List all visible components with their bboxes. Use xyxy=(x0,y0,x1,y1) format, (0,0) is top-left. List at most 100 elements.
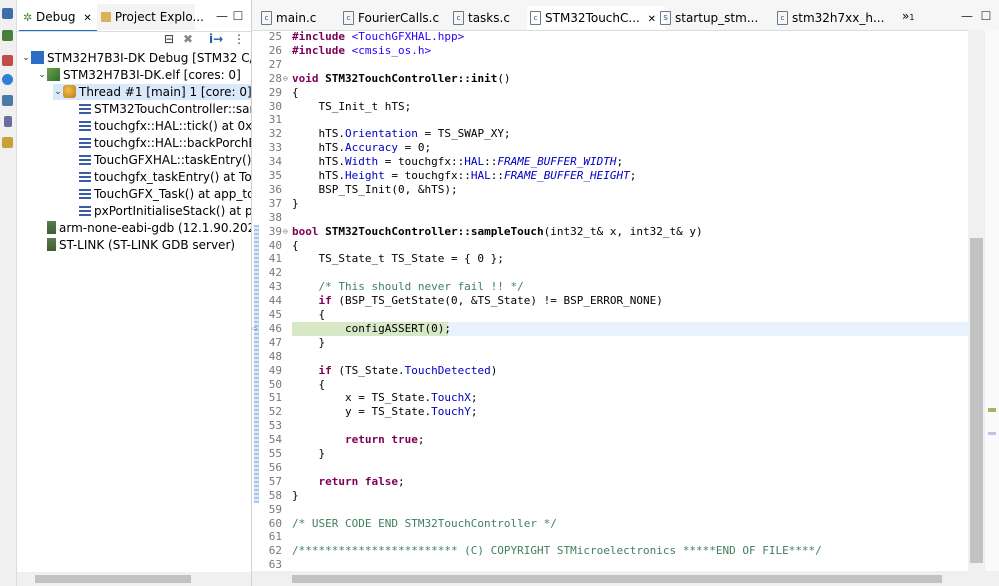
tab-main-c[interactable]: c main.c xyxy=(258,6,338,30)
code-line[interactable]: 50 { xyxy=(252,378,968,392)
stack-frame-item[interactable]: TouchGFXHAL::taskEntry() at To xyxy=(69,152,251,168)
code-line[interactable]: 46 ⇨ configASSERT(0); xyxy=(252,321,968,336)
expand-chevron-icon[interactable]: ⌄ xyxy=(37,67,47,83)
code-line[interactable]: 29 { xyxy=(252,86,968,100)
code-line[interactable]: 26 #include <cmsis_os.h> xyxy=(252,44,968,58)
code-line[interactable]: 52 y = TS_State.TouchY; xyxy=(252,405,968,419)
code-line[interactable]: 40 { xyxy=(252,239,968,253)
code-line[interactable]: 60 /* USER CODE END STM32TouchController … xyxy=(252,517,968,531)
code-line[interactable]: 36 BSP_TS_Init(0, &hTS); xyxy=(252,183,968,197)
fold-toggle-icon[interactable]: ⊖ xyxy=(283,72,291,86)
code-line[interactable]: 48 xyxy=(252,350,968,364)
code-line[interactable]: 37} xyxy=(252,197,968,211)
debug-hscroll-thumb[interactable] xyxy=(35,575,191,583)
code-line[interactable]: 57 return false; xyxy=(252,475,968,489)
tab-tasks-c[interactable]: c tasks.c xyxy=(450,6,538,30)
tab-project-explorer[interactable]: Project Explo... xyxy=(97,4,204,30)
stack-frame-item[interactable]: pxPortInitialiseStack() at port.c: xyxy=(69,203,251,219)
tree-item[interactable]: ⌄ STM32H7B3I-DK.elf [cores: 0] xyxy=(37,67,251,83)
debug-icon[interactable] xyxy=(2,8,13,19)
code-line[interactable]: 25 #include <TouchGFXHAL.hpp> xyxy=(252,30,968,44)
breakpoints-icon[interactable] xyxy=(2,30,13,41)
code-line[interactable]: 51 x = TS_State.TouchX; xyxy=(252,391,968,405)
remove-terminated-icon[interactable]: ✖ xyxy=(181,32,195,46)
code-line[interactable]: 31 xyxy=(252,113,968,127)
line-number: 27 xyxy=(268,57,282,71)
code-line[interactable]: 53 xyxy=(252,419,968,433)
tab-stm32touchcontroller[interactable]: c STM32TouchC... ✕ xyxy=(527,6,665,30)
step-filter-icon[interactable]: i→ xyxy=(209,32,223,46)
tree-item[interactable]: ⌄ Thread #1 [main] 1 [core: 0] (Suspe xyxy=(53,84,251,100)
expand-chevron-icon[interactable]: ⌄ xyxy=(53,84,63,100)
code-line[interactable]: 55 } xyxy=(252,447,968,461)
fold-toggle-icon[interactable]: ⊖ xyxy=(283,225,291,239)
code-line[interactable]: 61 xyxy=(252,530,968,544)
stack-frame-item[interactable]: touchgfx::HAL::backPorchExite xyxy=(69,135,251,151)
overview-marker[interactable] xyxy=(988,432,996,435)
code-token: { xyxy=(292,238,299,252)
code-line[interactable]: 41 TS_State_t TS_State = { 0 }; xyxy=(252,252,968,266)
code-token: STM32TouchController::sampleTouch xyxy=(325,224,544,238)
code-line[interactable]: 38 xyxy=(252,211,968,225)
code-line[interactable]: 32 hTS.Orientation = TS_SWAP_XY; xyxy=(252,127,968,141)
tree-item[interactable]: ⌄ STM32H7B3I-DK Debug [STM32 C/C++ A xyxy=(21,50,251,66)
code-line[interactable]: 49 if (TS_State.TouchDetected) xyxy=(252,364,968,378)
tab-tasks-c-label: tasks.c xyxy=(468,11,510,25)
code-token: ; xyxy=(470,391,478,405)
tab-stm32h7xx-h[interactable]: c stm32h7xx_h... xyxy=(774,6,902,30)
tab-startup-stm[interactable]: S startup_stm... xyxy=(657,6,775,30)
code-line[interactable]: 44 if (BSP_TS_GetState(0, &TS_State) != … xyxy=(252,294,968,308)
code-token: } xyxy=(292,335,326,349)
code-line[interactable]: 34 hTS.Width = touchgfx::HAL::FRAME_BUFF… xyxy=(252,155,968,169)
expand-chevron-icon[interactable]: ⌄ xyxy=(21,50,31,66)
minimize-icon[interactable]: — xyxy=(215,9,229,23)
stack-frame-item[interactable]: touchgfx::HAL::tick() at 0x8021 xyxy=(69,118,251,134)
close-icon[interactable]: ✕ xyxy=(648,14,656,25)
tab-fouriercalls-c[interactable]: c FourierCalls.c xyxy=(340,6,458,30)
maximize-icon[interactable]: ☐ xyxy=(231,9,245,23)
code-line[interactable]: 42 xyxy=(252,266,968,280)
code-line[interactable]: 54 return true; xyxy=(252,433,968,447)
minimize-icon[interactable]: — xyxy=(960,9,974,23)
run-icon[interactable] xyxy=(2,74,13,85)
editor-vscroll-thumb[interactable] xyxy=(970,238,983,563)
editor-vscrollbar[interactable] xyxy=(968,30,985,571)
registers-icon[interactable] xyxy=(2,95,13,106)
close-icon[interactable]: ✕ xyxy=(83,13,91,24)
debug-hscrollbar[interactable] xyxy=(17,572,251,586)
code-line[interactable]: 39 ⊖ bool STM32TouchController::sampleTouc… xyxy=(252,225,968,239)
view-menu-icon[interactable]: ⋮ xyxy=(232,32,246,46)
editor-hscrollbar[interactable] xyxy=(252,571,999,586)
tree-item[interactable]: arm-none-eabi-gdb (12.1.90.2022080 xyxy=(37,220,251,236)
editor-hscroll-thumb[interactable] xyxy=(292,575,942,583)
code-token: #include xyxy=(292,43,352,57)
overview-marker[interactable] xyxy=(988,408,996,412)
code-line[interactable]: 62 /************************ (C) COPYRIGH… xyxy=(252,544,968,558)
code-line[interactable]: 33 hTS.Accuracy = 0; xyxy=(252,141,968,155)
code-line[interactable]: 63 xyxy=(252,558,968,571)
code-line[interactable]: 47 } xyxy=(252,336,968,350)
code-line[interactable]: 56 xyxy=(252,461,968,475)
code-line[interactable]: 58} xyxy=(252,489,968,503)
code-line[interactable]: 28 ⊖ void STM32TouchController::init() xyxy=(252,72,968,86)
stack-frame-item[interactable]: TouchGFX_Task() at app_touchg xyxy=(69,186,251,202)
code-text: } xyxy=(292,447,325,461)
stack-frame-item[interactable]: STM32TouchController::sample xyxy=(69,101,251,117)
collapse-all-icon[interactable]: ⊟ xyxy=(162,32,176,46)
code-line[interactable]: 45 { xyxy=(252,308,968,322)
tab-overflow-button[interactable]: »1 xyxy=(902,9,914,23)
code-token: FRAME_BUFFER_WIDTH xyxy=(497,155,617,169)
stack-frame-item[interactable]: touchgfx_taskEntry() at TouchG xyxy=(69,169,251,185)
maximize-icon[interactable]: ☐ xyxy=(979,9,993,23)
tab-debug[interactable]: ✲ Debug ✕ xyxy=(19,4,97,32)
code-line[interactable]: 59 xyxy=(252,503,968,517)
tools-icon[interactable] xyxy=(2,137,13,148)
tree-item[interactable]: ST-LINK (ST-LINK GDB server) xyxy=(37,237,251,253)
code-area[interactable]: 25 #include <TouchGFXHAL.hpp> 26 #include <… xyxy=(252,30,999,571)
code-line[interactable]: 43 /* This should never fail !! */ xyxy=(252,280,968,294)
code-line[interactable]: 35 hTS.Height = touchgfx::HAL::FRAME_BUF… xyxy=(252,169,968,183)
code-line[interactable]: 30 TS_Init_t hTS; xyxy=(252,100,968,114)
code-line[interactable]: 27 xyxy=(252,58,968,72)
memory-icon[interactable] xyxy=(4,116,12,127)
variables-icon[interactable] xyxy=(2,55,13,66)
